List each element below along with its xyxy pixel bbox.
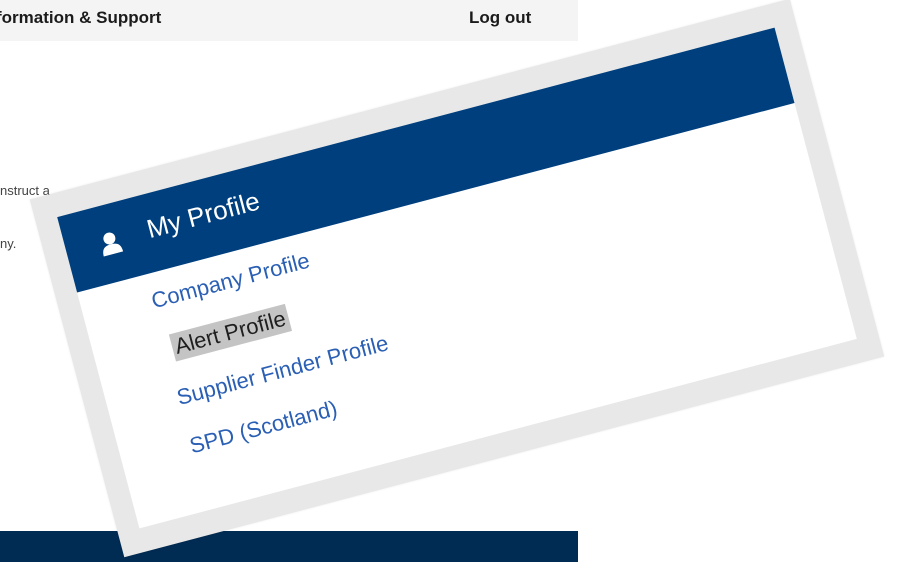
footer-bar [0, 531, 578, 562]
background-text-fragment: ny. [0, 236, 17, 251]
nav-information-support-link[interactable]: formation & Support [0, 8, 161, 28]
user-icon [97, 229, 124, 258]
panel-title: My Profile [143, 185, 263, 244]
logout-link[interactable]: Log out [469, 8, 531, 28]
top-navigation: formation & Support Log out [0, 0, 578, 41]
